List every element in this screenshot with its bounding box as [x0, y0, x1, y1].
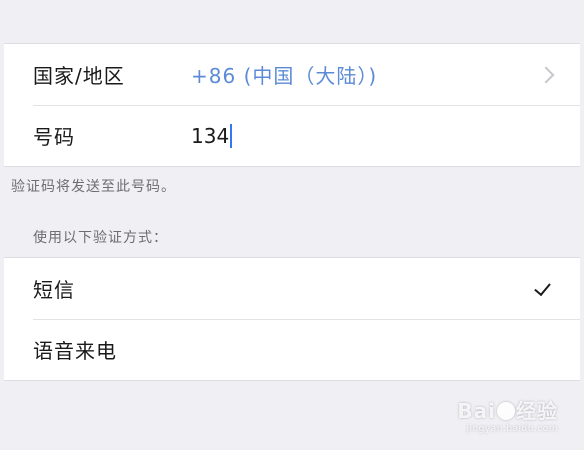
verification-method-group: 短信 语音来电	[4, 257, 580, 381]
checkmark-icon	[534, 278, 551, 296]
watermark-brand-left: Bai	[457, 399, 496, 423]
phone-verification-screen: 国家/地区 +86 (中国（大陆）) 号码 134 验证码将发送至此号码。 使用…	[4, 0, 580, 450]
watermark-brand: Bai 经验	[457, 395, 558, 424]
baidu-jingyan-watermark: Bai 经验 jingyan.baidu.com	[457, 395, 558, 434]
verification-option-voice-call[interactable]: 语音来电	[4, 319, 580, 380]
phone-number-text: 134	[191, 123, 230, 148]
top-spacer	[4, 0, 580, 43]
watermark-url: jingyan.baidu.com	[466, 424, 558, 434]
watermark-brand-right: 经验	[516, 399, 558, 423]
country-region-label: 国家/地区	[33, 64, 125, 88]
country-code-value: +86 (中国（大陆）)	[191, 64, 378, 88]
text-cursor-icon	[230, 123, 233, 148]
verification-option-label: 语音来电	[33, 339, 117, 363]
verification-option-label: 短信	[33, 278, 75, 302]
phone-number-row[interactable]: 号码 134	[4, 105, 580, 166]
phone-number-label: 号码	[33, 125, 75, 149]
phone-form-group: 国家/地区 +86 (中国（大陆）) 号码 134	[4, 43, 580, 167]
verification-hint: 验证码将发送至此号码。	[11, 179, 176, 195]
verification-option-sms[interactable]: 短信	[4, 258, 580, 319]
chevron-right-icon	[537, 66, 555, 83]
verification-method-header: 使用以下验证方式：	[33, 230, 168, 246]
paw-logo-icon	[497, 402, 515, 420]
phone-number-input[interactable]: 134	[191, 123, 233, 148]
country-region-row[interactable]: 国家/地区 +86 (中国（大陆）)	[4, 44, 580, 105]
